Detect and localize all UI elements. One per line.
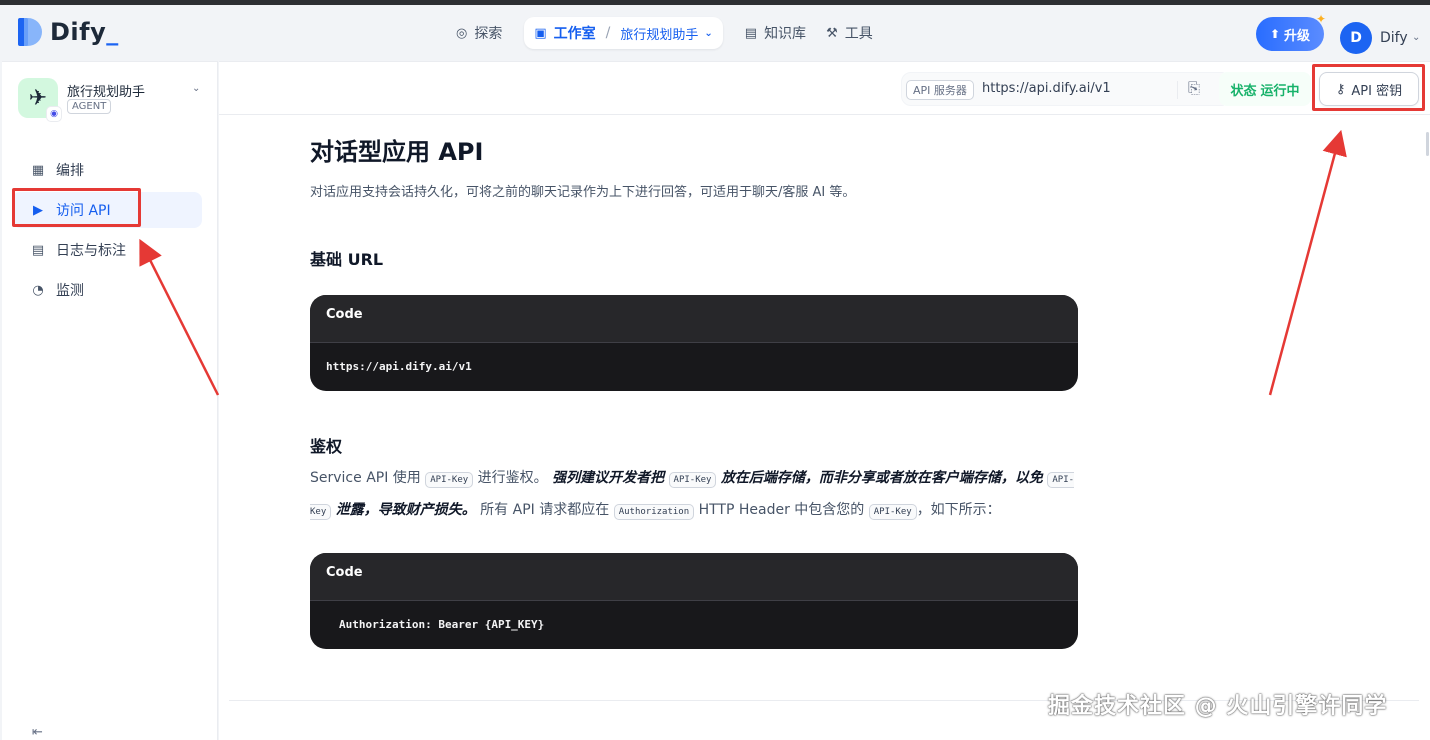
- arrow-to-api-key: [1268, 129, 1347, 396]
- watermark: 掘金技术社区 @ 火山引擎许同学: [1048, 694, 1388, 719]
- annotation-arrows: [139, 129, 1347, 396]
- arrow-to-api-menu: [139, 238, 220, 396]
